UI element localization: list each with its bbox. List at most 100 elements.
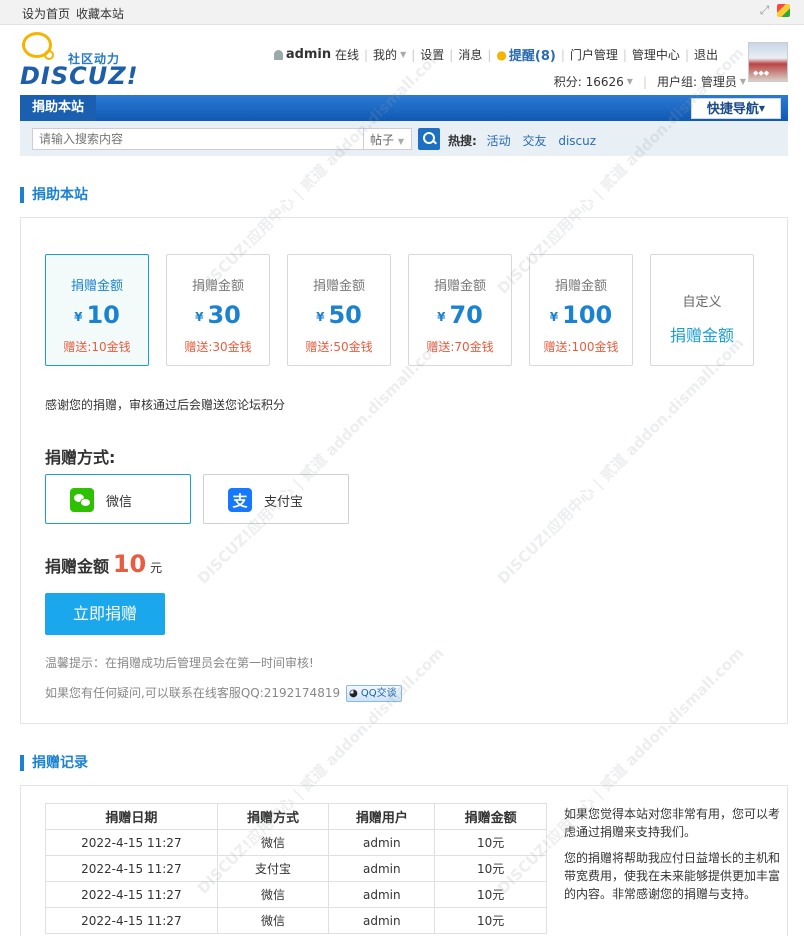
cell-date: 2022-4-15 11:27 (45, 855, 218, 882)
site-logo[interactable]: 社区动力 DISCUZ! (18, 32, 138, 90)
hot-keyword[interactable]: 交友 (522, 134, 546, 148)
qq-icon: ◕ (348, 688, 358, 699)
search-type-label: 帖子 (370, 133, 395, 147)
portal-manage-link[interactable]: 门户管理 (570, 46, 618, 63)
quick-nav-button[interactable]: 快捷导航▼ (691, 98, 781, 119)
donate-total: 捐赠金额 10 元 (45, 550, 162, 578)
fullscreen-icon[interactable]: ⤢ (758, 4, 771, 17)
chevron-down-icon: ▼ (626, 77, 633, 86)
amount-number: 30 (207, 301, 241, 329)
hot-keyword[interactable]: discuz (558, 134, 596, 148)
records-section-title: 捐赠记录 (20, 755, 88, 771)
logo-brand: DISCUZ! (20, 62, 139, 90)
amount-card-10[interactable]: 捐赠金额 ¥10 赠送:10金钱 (45, 254, 149, 366)
amount-card-100[interactable]: 捐赠金额 ¥100 赠送:100金钱 (529, 254, 633, 366)
cell-amount: 10元 (434, 855, 547, 882)
admin-center-link[interactable]: 管理中心 (632, 46, 680, 63)
cell-method: 微信 (216, 907, 330, 934)
qq-chat-button[interactable]: ◕ QQ交谈 (345, 685, 402, 702)
wechat-icon (70, 488, 94, 512)
search-input[interactable] (32, 128, 364, 150)
top-bar: 设为首页 收藏本站 ⤢ (0, 0, 804, 25)
messages-link[interactable]: 消息 (458, 46, 482, 63)
col-method: 捐赠方式 (216, 803, 330, 830)
set-home-link[interactable]: 设为首页 (22, 7, 70, 21)
amount-gift: 赠送:100金钱 (543, 340, 619, 354)
total-label: 捐赠金额 (45, 557, 110, 576)
contact-text: 如果您有任何疑问,可以联系在线客服QQ:2192174819 (45, 686, 341, 700)
total-unit: 元 (150, 561, 163, 575)
amount-value: ¥70 (409, 300, 511, 330)
cell-amount: 10元 (434, 881, 547, 908)
donate-now-button[interactable]: 立即捐赠 (45, 593, 165, 635)
amount-value: ¥50 (288, 300, 390, 330)
quick-nav-label: 快捷导航 (706, 102, 759, 117)
cell-amount: 10元 (434, 829, 547, 856)
pay-method-alipay[interactable]: 支 支付宝 (203, 474, 349, 524)
amount-number: 70 (449, 301, 483, 329)
donate-tip: 温馨提示：在捐赠成功后管理员会在第一时间审核! (45, 656, 314, 670)
username-link[interactable]: admin (286, 47, 331, 62)
table-row: 2022-4-15 11:27 微信 admin 10元 (45, 907, 547, 934)
usergroup-menu[interactable]: 用户组: 管理员 (657, 73, 737, 90)
pay-method-wechat[interactable]: 微信 (45, 474, 191, 524)
cell-user: admin (328, 829, 436, 856)
hot-search: 热搜: 活动 交友 discuz (448, 132, 604, 149)
nav-item-donate[interactable]: 捐助本站 (20, 95, 97, 121)
settings-link[interactable]: 设置 (420, 46, 444, 63)
amount-label: 捐赠金额 (312, 279, 365, 294)
cell-user: admin (328, 907, 436, 934)
amount-card-custom[interactable]: 自定义 捐赠金额 (650, 254, 754, 366)
amount-number: 100 (562, 301, 613, 329)
remind-link[interactable]: 提醒(8) (509, 45, 556, 64)
records-side-text: 如果您觉得本站对您非常有用，您可以考虑通过捐赠来支持我们。 您的捐赠将帮助我应付… (564, 805, 784, 903)
amount-value: ¥100 (530, 300, 632, 330)
table-row: 2022-4-15 11:27 微信 admin 10元 (45, 881, 547, 908)
cell-date: 2022-4-15 11:27 (45, 907, 218, 934)
cell-user: admin (328, 855, 436, 882)
search-icon[interactable] (418, 128, 440, 150)
col-date: 捐赠日期 (45, 803, 218, 830)
amount-number: 10 (86, 301, 120, 329)
user-icon (273, 49, 283, 60)
records-table: 捐赠日期 捐赠方式 捐赠用户 捐赠金额 2022-4-15 11:27 微信 a… (45, 803, 547, 934)
currency-symbol: ¥ (74, 310, 83, 324)
table-row: 2022-4-15 11:27 微信 admin 10元 (45, 829, 547, 856)
records-panel: 捐赠日期 捐赠方式 捐赠用户 捐赠金额 2022-4-15 11:27 微信 a… (20, 785, 788, 936)
amount-card-30[interactable]: 捐赠金额 ¥30 赠送:30金钱 (166, 254, 270, 366)
bookmark-link[interactable]: 收藏本站 (76, 7, 124, 21)
custom-amount-label: 捐赠金额 (669, 326, 734, 345)
mine-menu[interactable]: 我的 (373, 46, 397, 63)
color-scheme-icon[interactable] (777, 4, 790, 17)
logout-link[interactable]: 退出 (694, 46, 718, 63)
search-bar: 帖子 ▼ 热搜: 活动 交友 discuz (20, 121, 788, 156)
amount-card-50[interactable]: 捐赠金额 ¥50 赠送:50金钱 (287, 254, 391, 366)
total-value: 10 (112, 550, 147, 578)
currency-symbol: ¥ (437, 310, 446, 324)
donate-section-title: 捐助本站 (20, 187, 88, 203)
user-info: 积分: 16626 ▼ | 用户组: 管理员 ▼ (553, 73, 746, 90)
points-menu[interactable]: 积分: 16626 (554, 73, 624, 90)
hot-keyword[interactable]: 活动 (487, 134, 511, 148)
avatar[interactable]: ◆◆◆ (748, 42, 788, 82)
amount-number: 50 (328, 301, 362, 329)
col-amount: 捐赠金额 (434, 803, 547, 830)
table-row: 2022-4-15 11:27 支付宝 admin 10元 (45, 855, 547, 882)
cell-method: 微信 (216, 881, 330, 908)
bulb-icon: ● (496, 47, 507, 62)
online-status[interactable]: 在线 (335, 46, 359, 63)
currency-symbol: ¥ (195, 310, 204, 324)
cell-method: 微信 (216, 829, 330, 856)
qq-chat-label: QQ交谈 (360, 688, 397, 699)
currency-symbol: ¥ (316, 310, 325, 324)
currency-symbol: ¥ (549, 310, 559, 324)
top-right-icons: ⤢ (758, 4, 790, 17)
amount-card-70[interactable]: 捐赠金额 ¥70 赠送:70金钱 (408, 254, 512, 366)
cell-amount: 10元 (434, 907, 547, 934)
chevron-down-icon: ▼ (739, 77, 746, 86)
alipay-icon: 支 (228, 488, 252, 512)
amount-gift: 赠送:50金钱 (305, 340, 373, 354)
col-user: 捐赠用户 (328, 803, 436, 830)
amount-label: 捐赠金额 (191, 279, 244, 294)
search-type-select[interactable]: 帖子 ▼ (364, 128, 412, 150)
